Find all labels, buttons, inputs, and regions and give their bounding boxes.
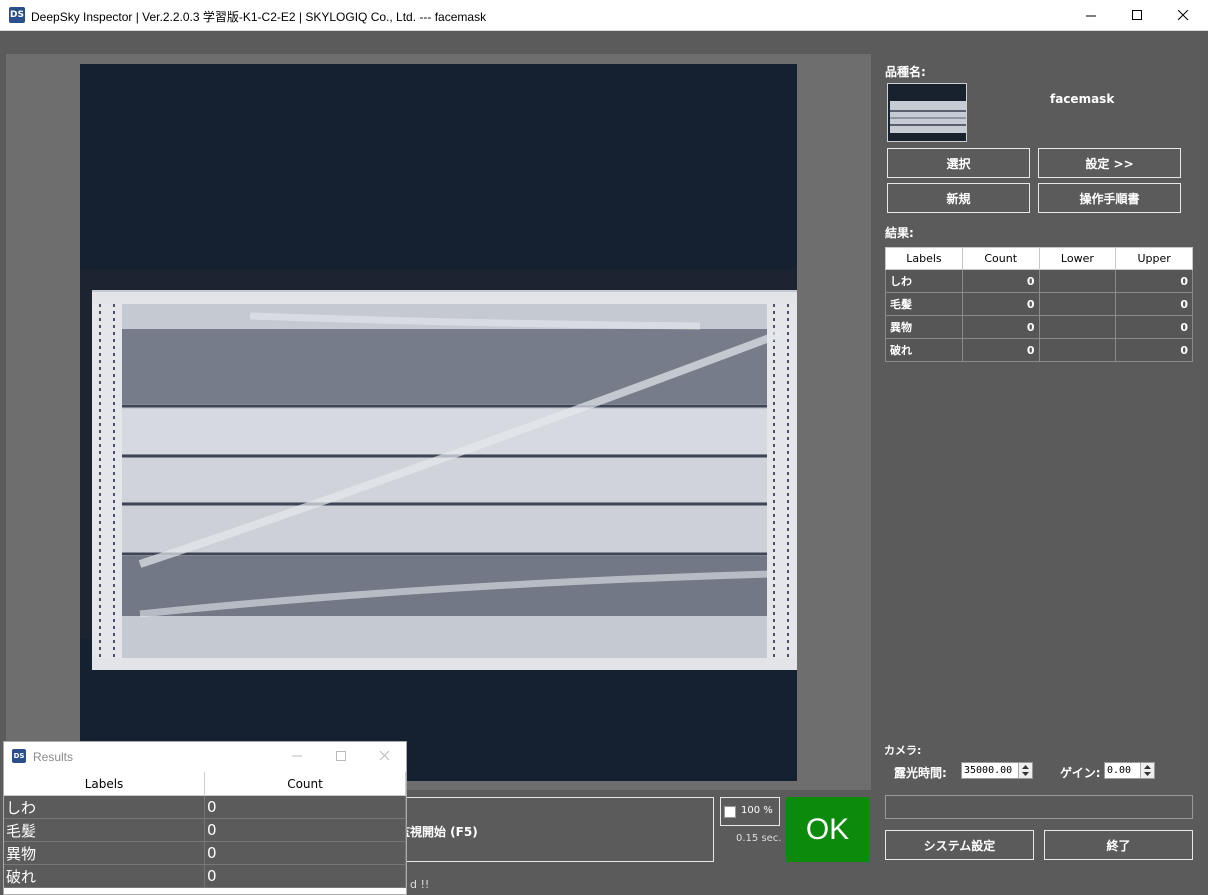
- maximize-icon: [1131, 10, 1142, 20]
- column-header: Labels: [885, 247, 963, 270]
- exposure-spinbox[interactable]: 35000.00: [961, 762, 1033, 779]
- progress-bar: [885, 795, 1193, 819]
- manual-button[interactable]: 操作手順書: [1038, 183, 1181, 213]
- minimize-icon: [1085, 15, 1096, 17]
- results-window: DS Results Labels Count しわ 0 毛髪 0 異物 0 破…: [3, 741, 407, 895]
- table-row: 異物 0: [4, 841, 406, 865]
- deepsky-app-icon: DS: [12, 749, 26, 763]
- row-count: 0: [204, 818, 406, 842]
- row-label: しわ: [885, 269, 963, 293]
- column-header: Upper: [1115, 247, 1193, 270]
- spin-arrows-icon[interactable]: [1140, 763, 1154, 778]
- elapsed-time: 0.15 sec.: [736, 833, 782, 844]
- zoom-value: 100 %: [741, 805, 773, 816]
- row-lower[interactable]: [1038, 315, 1117, 339]
- results-window-title: Results: [33, 750, 74, 764]
- row-count: 0: [204, 864, 406, 888]
- system-settings-button[interactable]: システム設定: [885, 830, 1034, 860]
- exit-button[interactable]: 終了: [1044, 830, 1193, 860]
- row-label: 破れ: [4, 864, 206, 888]
- row-count: 0: [961, 338, 1040, 362]
- product-thumbnail: [887, 83, 967, 142]
- column-header: Count: [961, 247, 1040, 270]
- facemask-image: [80, 64, 797, 781]
- table-row: 破れ 0: [4, 864, 406, 888]
- row-lower[interactable]: [1038, 269, 1117, 293]
- row-label: 毛髪: [4, 818, 206, 842]
- gain-label: ゲイン:: [1060, 766, 1101, 780]
- monitor-label: 監視開始 (F5): [398, 825, 478, 839]
- table-row: 毛髪 0: [4, 818, 406, 842]
- gain-spinbox[interactable]: 0.00: [1104, 762, 1155, 779]
- results-label: 結果:: [885, 226, 914, 240]
- spin-arrows-icon[interactable]: [1018, 763, 1032, 778]
- new-button[interactable]: 新規: [887, 183, 1030, 213]
- row-upper[interactable]: 0: [1115, 315, 1193, 339]
- row-label: 異物: [885, 315, 963, 339]
- table-row: しわ 0 0: [885, 269, 1193, 293]
- status-text: d !!: [410, 878, 430, 891]
- camera-label: カメラ:: [884, 744, 922, 757]
- camera-image: [80, 64, 797, 781]
- verdict-indicator: OK: [786, 797, 869, 862]
- row-count: 0: [204, 841, 406, 865]
- row-label: 毛髪: [885, 292, 963, 316]
- column-header: Lower: [1038, 247, 1117, 270]
- close-icon: [1177, 10, 1188, 21]
- product-label: 品種名:: [885, 65, 926, 79]
- table-row: 異物 0 0: [885, 315, 1193, 339]
- maximize-icon: [336, 751, 346, 761]
- close-button[interactable]: [1160, 0, 1206, 31]
- row-label: しわ: [4, 795, 206, 819]
- maximize-button[interactable]: [1114, 0, 1160, 31]
- results-header-row: Labels Count: [4, 772, 406, 796]
- table-row: 毛髪 0 0: [885, 292, 1193, 316]
- results-window-table: Labels Count しわ 0 毛髪 0 異物 0 破れ 0: [4, 772, 406, 888]
- row-lower[interactable]: [1038, 292, 1117, 316]
- maximize-button[interactable]: [332, 748, 350, 764]
- settings-button[interactable]: 設定 >>: [1038, 148, 1181, 178]
- title-bar: DS DeepSky Inspector | Ver.2.2.0.3 学習版-K…: [0, 0, 1208, 31]
- window-title: DeepSky Inspector | Ver.2.2.0.3 学習版-K1-C…: [31, 10, 487, 24]
- minimize-button[interactable]: [1068, 0, 1114, 31]
- select-button[interactable]: 選択: [887, 148, 1030, 178]
- start-monitoring-button[interactable]: 監視開始 (F5): [398, 797, 714, 862]
- row-upper[interactable]: 0: [1115, 269, 1193, 293]
- table-row: しわ 0: [4, 795, 406, 819]
- row-label: 異物: [4, 841, 206, 865]
- row-count: 0: [961, 292, 1040, 316]
- close-button[interactable]: [376, 748, 394, 764]
- zoom-toggle[interactable]: 100 %: [720, 797, 780, 826]
- row-count: 0: [961, 269, 1040, 293]
- results-table: Labels Count Lower Upper しわ 0 0 毛髪 0 0 異…: [885, 247, 1193, 362]
- row-lower[interactable]: [1038, 338, 1117, 362]
- row-count: 0: [204, 795, 406, 819]
- row-label: 破れ: [885, 338, 963, 362]
- column-header: Labels: [4, 772, 206, 796]
- exposure-value: 35000.00: [964, 765, 1013, 776]
- row-upper[interactable]: 0: [1115, 338, 1193, 362]
- close-icon: [379, 750, 390, 761]
- column-header: Count: [204, 772, 406, 796]
- row-count: 0: [961, 315, 1040, 339]
- results-header-row: Labels Count Lower Upper: [885, 247, 1193, 270]
- exposure-label: 露光時間:: [894, 766, 947, 780]
- deepsky-app-icon: DS: [9, 7, 25, 23]
- product-name: facemask: [1050, 92, 1115, 106]
- zoom-checkbox[interactable]: [724, 806, 736, 818]
- minimize-button[interactable]: [288, 748, 306, 764]
- minimize-icon: [292, 755, 302, 757]
- table-row: 破れ 0 0: [885, 338, 1193, 362]
- row-upper[interactable]: 0: [1115, 292, 1193, 316]
- gain-value: 0.00: [1107, 765, 1132, 776]
